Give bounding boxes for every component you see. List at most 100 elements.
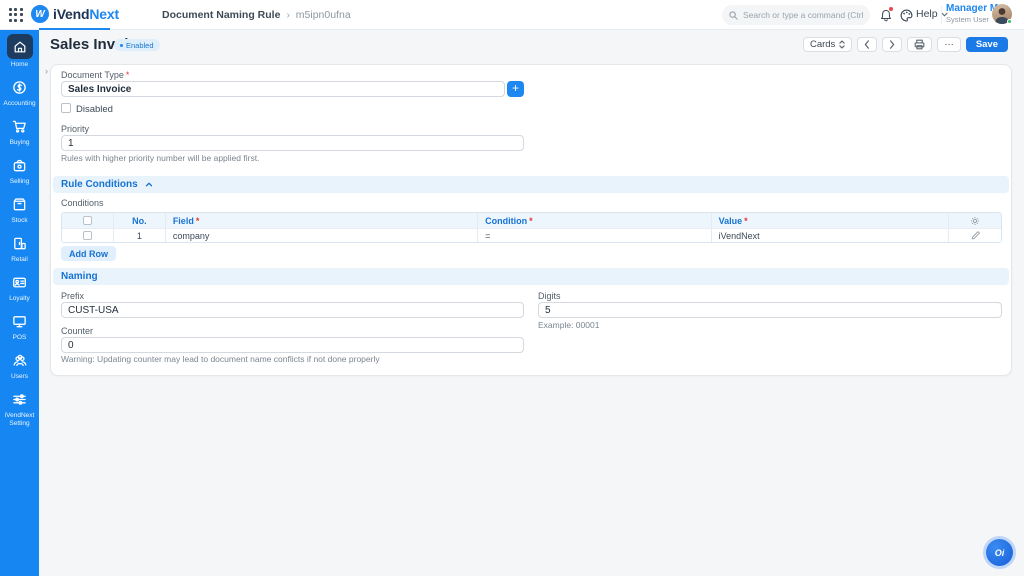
home-icon — [7, 34, 33, 59]
column-header-value: Value* — [712, 213, 949, 228]
conditions-table-row[interactable]: 1 company = iVendNext — [62, 228, 1001, 242]
ai-assistant-button[interactable]: Oi — [986, 539, 1013, 566]
sidebar-item-home[interactable]: Home — [0, 34, 39, 69]
user-name: Manager M — [946, 3, 988, 15]
sidebar-item-ivendnext-setting[interactable]: iVendNext Setting — [0, 388, 39, 428]
disabled-checkbox[interactable] — [61, 103, 71, 113]
prev-record-button[interactable] — [857, 37, 877, 52]
rule-conditions-title: Rule Conditions — [61, 179, 138, 190]
chevron-right-icon — [889, 40, 895, 49]
top-navbar: W iVendNext Document Naming Rule › m5ipn… — [0, 0, 1024, 30]
naming-section-header[interactable]: Naming — [53, 268, 1009, 285]
module-sidebar: Home Accounting Buying Selling Stock Ret… — [0, 30, 39, 576]
sidebar-item-selling[interactable]: Selling — [0, 154, 39, 186]
sidebar-item-users[interactable]: Users — [0, 349, 39, 381]
more-options-button[interactable]: ··· — [937, 37, 961, 52]
loyalty-card-icon — [7, 271, 33, 293]
monitor-icon — [7, 310, 33, 332]
sidebar-item-label: Retail — [10, 256, 29, 264]
apps-grid-icon[interactable] — [9, 8, 23, 22]
accounting-icon — [7, 76, 33, 98]
user-role: System User — [946, 15, 988, 24]
global-search-bar[interactable] — [722, 5, 870, 25]
breadcrumb-docname[interactable]: m5ipn0ufna — [296, 9, 351, 21]
prefix-input[interactable] — [61, 302, 524, 318]
cards-dropdown-button[interactable]: Cards — [803, 37, 852, 52]
priority-input[interactable] — [61, 135, 524, 151]
active-nav-indicator — [39, 28, 110, 30]
search-input[interactable] — [743, 10, 863, 20]
breadcrumb-doctype[interactable]: Document Naming Rule — [162, 9, 280, 21]
sidebar-item-label: Users — [10, 373, 29, 381]
breadcrumb-separator: › — [286, 10, 289, 21]
next-record-button[interactable] — [882, 37, 902, 52]
document-type-input[interactable] — [61, 81, 505, 97]
sidebar-item-retail[interactable]: Retail — [0, 232, 39, 264]
conditions-label: Conditions — [61, 198, 104, 208]
sidebar-item-pos[interactable]: POS — [0, 310, 39, 342]
sidebar-item-stock[interactable]: Stock — [0, 193, 39, 225]
row-edit-button[interactable] — [949, 228, 1001, 242]
sidebar-item-label: POS — [12, 334, 28, 342]
app-logo[interactable]: W iVendNext — [31, 5, 119, 23]
document-type-label: Document Type* — [61, 70, 129, 80]
user-menu[interactable]: Manager M System User — [946, 3, 988, 24]
cards-label: Cards — [810, 39, 835, 50]
row-select-checkbox[interactable] — [83, 231, 92, 240]
notifications-button[interactable] — [878, 7, 894, 23]
pencil-icon — [971, 231, 980, 240]
counter-label: Counter — [61, 326, 93, 336]
counter-input[interactable] — [61, 337, 524, 353]
sidebar-item-label: Stock — [10, 217, 28, 225]
sidebar-item-label: Accounting — [2, 100, 36, 108]
column-header-condition: Condition* — [478, 213, 711, 228]
disabled-checkbox-label: Disabled — [76, 104, 113, 115]
digits-help-text: Example: 00001 — [538, 320, 599, 330]
row-field-cell[interactable]: company — [166, 228, 478, 242]
status-dot-icon — [120, 44, 123, 47]
save-button[interactable]: Save — [966, 37, 1008, 52]
chevron-left-icon — [864, 40, 870, 49]
breadcrumb: Document Naming Rule › m5ipn0ufna — [162, 9, 351, 21]
row-value-cell[interactable]: iVendNext — [712, 228, 949, 242]
add-document-type-button[interactable]: + — [507, 81, 524, 97]
priority-help-text: Rules with higher priority number will b… — [61, 153, 259, 163]
help-label: Help — [916, 8, 938, 20]
logo-text: iVendNext — [53, 6, 119, 22]
sidebar-item-loyalty[interactable]: Loyalty — [0, 271, 39, 303]
sliders-icon — [7, 388, 33, 410]
row-number-cell: 1 — [114, 228, 166, 242]
sidebar-collapse-chevron-icon[interactable]: › — [45, 66, 48, 76]
cart-icon — [7, 115, 33, 137]
theme-palette-button[interactable] — [898, 7, 914, 23]
bag-icon — [7, 154, 33, 176]
status-badge-label: Enabled — [126, 41, 154, 50]
sidebar-item-label: iVendNext Setting — [0, 412, 39, 428]
counter-warning-text: Warning: Updating counter may lead to do… — [61, 354, 380, 364]
digits-input[interactable] — [538, 302, 1002, 318]
select-all-checkbox[interactable] — [83, 216, 92, 225]
store-icon — [7, 232, 33, 254]
table-settings-button[interactable] — [949, 213, 1001, 228]
sidebar-item-label: Home — [10, 61, 29, 69]
naming-title: Naming — [61, 271, 98, 282]
status-badge: Enabled — [114, 39, 160, 51]
gear-icon — [970, 216, 980, 226]
sidebar-item-label: Loyalty — [8, 295, 31, 303]
add-row-button[interactable]: Add Row — [61, 246, 116, 261]
column-header-no: No. — [114, 213, 166, 228]
rule-conditions-section-header[interactable]: Rule Conditions — [53, 176, 1009, 193]
print-button[interactable] — [907, 37, 932, 52]
palette-icon — [900, 9, 913, 22]
row-condition-cell[interactable]: = — [478, 228, 711, 242]
ellipsis-icon: ··· — [944, 39, 954, 50]
sidebar-item-buying[interactable]: Buying — [0, 115, 39, 147]
sidebar-item-label: Selling — [9, 178, 31, 186]
online-status-dot — [1007, 19, 1012, 24]
navbar-divider — [941, 6, 942, 24]
page-toolbar: Cards ··· Save — [803, 37, 1008, 52]
help-menu[interactable]: Help — [916, 8, 948, 20]
search-icon — [729, 11, 738, 20]
logo-mark-icon: W — [31, 5, 49, 23]
sidebar-item-accounting[interactable]: Accounting — [0, 76, 39, 108]
